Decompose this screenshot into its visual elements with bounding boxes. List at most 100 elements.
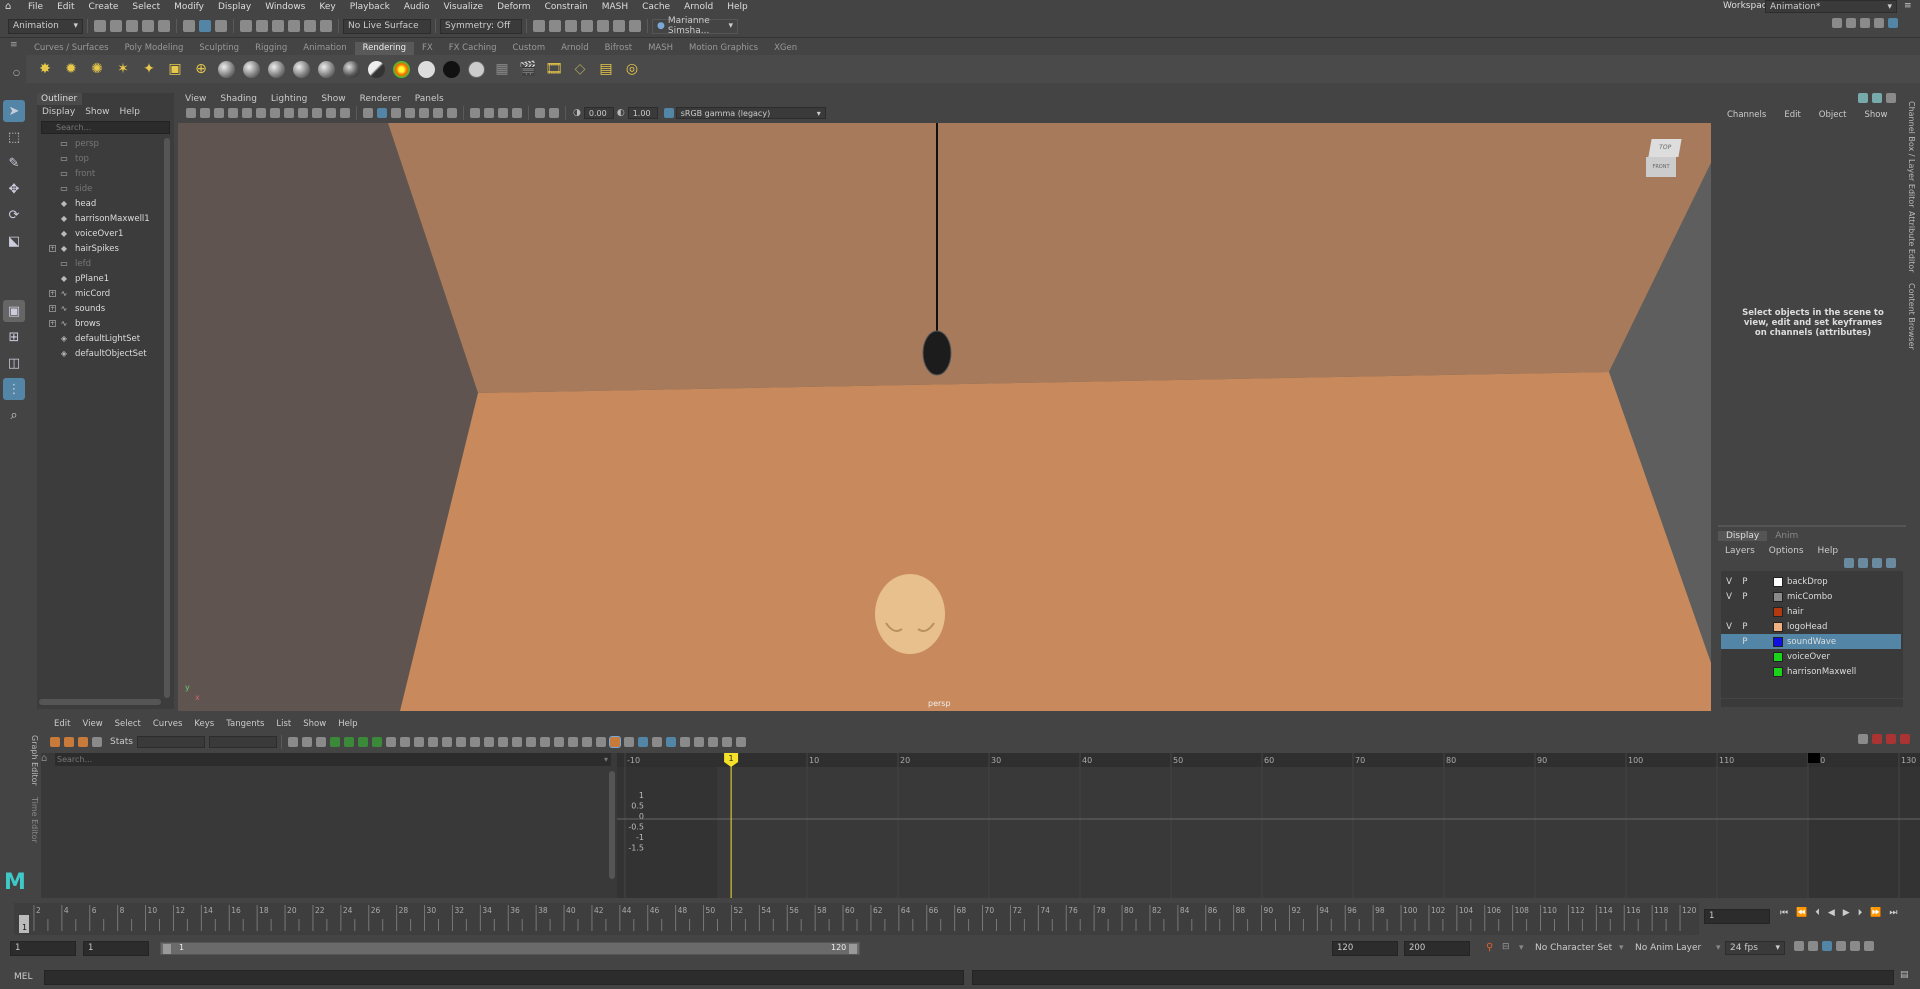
outliner-scrollbar[interactable] <box>164 138 170 698</box>
graph-frame-icon[interactable] <box>1858 734 1868 744</box>
redo-icon[interactable] <box>158 20 170 32</box>
toggle-layout-icon[interactable] <box>1888 18 1898 28</box>
render-frame-icon[interactable] <box>549 20 561 32</box>
menu-visualize[interactable]: Visualize <box>436 2 490 12</box>
flat-tangents-icon[interactable] <box>385 737 396 747</box>
curve-display-icon[interactable] <box>637 737 648 747</box>
ramp-shader-icon[interactable] <box>393 60 410 78</box>
shelf-tab-fx-caching[interactable]: FX Caching <box>441 42 505 55</box>
auto-key-icon[interactable]: ⚲ <box>1486 942 1493 953</box>
image-plane-icon[interactable] <box>214 108 224 118</box>
side-tab-attribute-editor[interactable]: Attribute Editor <box>1907 211 1916 273</box>
phong-e-material-icon[interactable] <box>293 60 310 78</box>
symmetry-dropdown[interactable]: Symmetry: Off <box>440 18 522 34</box>
camera-attributes-icon[interactable] <box>186 108 196 118</box>
directional-light-icon[interactable]: ✸ <box>36 60 54 78</box>
ipr-icon[interactable]: 🎞 <box>545 60 563 78</box>
script-editor-icon[interactable]: ▤ <box>1900 970 1909 980</box>
outliner-menu-help[interactable]: Help <box>114 107 145 117</box>
graph-menu-show[interactable]: Show <box>297 719 332 729</box>
audio-icon[interactable] <box>1836 941 1846 951</box>
standard-surface-icon[interactable] <box>468 60 485 78</box>
outliner-item[interactable]: + ◆ hairSpikes <box>37 241 174 256</box>
menu-edit[interactable]: Edit <box>50 2 81 12</box>
new-empty-layer-icon[interactable] <box>1872 558 1882 568</box>
playback-end-field[interactable]: 120 <box>1332 941 1398 956</box>
character-set-label[interactable]: No Character Set <box>1535 943 1612 953</box>
lock-tangent-weight-icon[interactable] <box>469 737 480 747</box>
layer-row[interactable]: V PbackDrop <box>1721 574 1901 589</box>
animation-preferences-icon[interactable] <box>1850 941 1860 951</box>
outliner-item[interactable]: ▭ side <box>37 181 174 196</box>
channelbox-menu-channels[interactable]: Channels <box>1718 110 1775 120</box>
smooth-curve-icon[interactable] <box>721 737 732 747</box>
graph-plot-area[interactable]: -1010203040506070809010011012013010.50-0… <box>617 753 1920 898</box>
cached-playback-status-icon[interactable] <box>1822 941 1832 951</box>
shelf-tab-curves-surfaces[interactable]: Curves / Surfaces <box>26 42 117 55</box>
side-tab-graph-editor[interactable]: Graph Editor <box>30 735 39 786</box>
chevron-down-icon[interactable]: ▾ <box>1519 943 1524 953</box>
shelf-tab-arnold[interactable]: Arnold <box>553 42 597 55</box>
move-layer-down-icon[interactable] <box>1858 558 1868 568</box>
outliner-menu-show[interactable]: Show <box>80 107 114 117</box>
layer-color-swatch[interactable] <box>1773 651 1783 662</box>
outliner-item[interactable]: ▭ front <box>37 166 174 181</box>
ipr-render-icon[interactable] <box>565 20 577 32</box>
ghost-curve-icon[interactable] <box>707 737 718 747</box>
shelf-tab-fx[interactable]: FX <box>414 42 441 55</box>
new-layer-from-selected-icon[interactable] <box>1886 558 1896 568</box>
auto-frame-icon[interactable] <box>329 737 340 747</box>
current-frame-field[interactable]: 1 <box>1704 909 1770 924</box>
maya-home-icon[interactable]: ⌂ <box>5 2 17 12</box>
expand-icon[interactable]: + <box>49 320 56 327</box>
layer-color-swatch[interactable] <box>1773 636 1783 647</box>
area-light-icon[interactable]: ✦ <box>140 60 158 78</box>
outliner-item[interactable]: ◆ harrisonMaxwell1 <box>37 211 174 226</box>
isolate-select-icon[interactable] <box>535 108 545 118</box>
use-all-lights-icon[interactable] <box>419 108 429 118</box>
phong-material-icon[interactable] <box>268 60 285 78</box>
toggle-attribute-editor-icon[interactable] <box>1846 18 1856 28</box>
anim-layer-settings-icon[interactable]: ▾ <box>1716 943 1721 953</box>
layer-color-swatch[interactable] <box>1773 591 1783 602</box>
search-icon[interactable]: ⌕ <box>3 404 25 426</box>
insert-keys-icon[interactable] <box>64 737 74 747</box>
panel-menu-show[interactable]: Show <box>314 94 352 104</box>
panel-menu-lighting[interactable]: Lighting <box>264 94 314 104</box>
layer-row[interactable]: hair <box>1721 604 1901 619</box>
snap-keys-icon[interactable] <box>539 737 550 747</box>
menu-create[interactable]: Create <box>82 2 126 12</box>
grease-pencil-icon[interactable] <box>242 108 252 118</box>
menu-help[interactable]: Help <box>720 2 755 12</box>
menu-playback[interactable]: Playback <box>343 2 397 12</box>
panel-menu-panels[interactable]: Panels <box>408 94 451 104</box>
view-cube-front[interactable]: FRONT <box>1646 157 1676 177</box>
render-settings-icon[interactable] <box>533 20 545 32</box>
resolution-gate-icon[interactable] <box>284 108 294 118</box>
shelf-tab-bifrost[interactable]: Bifrost <box>597 42 640 55</box>
anti-aliasing-icon[interactable] <box>498 108 508 118</box>
shelf-tab-motion-graphics[interactable]: Motion Graphics <box>681 42 766 55</box>
exposure-field[interactable]: 0.00 <box>583 107 614 119</box>
shelf-tab-poly-modeling[interactable]: Poly Modeling <box>117 42 192 55</box>
play-backwards-icon[interactable]: ◀ <box>1828 908 1835 918</box>
render-view-icon[interactable] <box>581 20 593 32</box>
shelf-tab-animation[interactable]: Animation <box>295 42 354 55</box>
retime-icon[interactable] <box>581 737 592 747</box>
range-slider[interactable]: 1 120 <box>160 942 860 955</box>
shelf-tab-rendering[interactable]: Rendering <box>354 42 415 55</box>
shelf-options-icon[interactable]: ○ <box>13 68 20 77</box>
textured-icon[interactable] <box>405 108 415 118</box>
isolate-curve-icon[interactable] <box>665 737 676 747</box>
menu-audio[interactable]: Audio <box>397 2 437 12</box>
outliner-hscrollbar[interactable] <box>39 699 161 705</box>
single-perspective-view-icon[interactable]: ▣ <box>3 300 25 322</box>
layer-visibility-toggle[interactable]: V <box>1721 577 1737 587</box>
undo-icon[interactable] <box>142 20 154 32</box>
layer-row[interactable]: harrisonMaxwell <box>1721 664 1901 679</box>
outliner-item[interactable]: ◈ defaultObjectSet <box>37 346 174 361</box>
panel-options-icon[interactable] <box>1872 93 1882 103</box>
animation-start-field[interactable]: 1 <box>10 941 76 956</box>
gamma-field[interactable]: 1.00 <box>627 107 658 119</box>
denormalize-icon[interactable] <box>567 737 578 747</box>
